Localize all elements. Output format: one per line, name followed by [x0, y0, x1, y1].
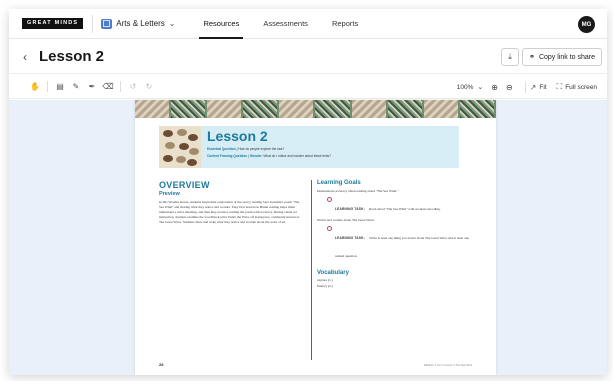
target-icon [327, 197, 332, 202]
tab-assessments[interactable]: Assessments [251, 9, 320, 39]
task-label: LEARNING TASK: [335, 207, 365, 211]
nav-tabs: Resources Assessments Reports [191, 9, 370, 39]
book-icon [101, 18, 113, 29]
banner-tile [279, 100, 316, 118]
shells-image [159, 126, 201, 168]
subject-selector[interactable]: Arts & Letters ⌄ [101, 18, 176, 29]
nav-divider [92, 14, 94, 33]
goals-column: Learning Goals Demonstrate accuracy when… [317, 180, 477, 288]
lesson-header-block: Lesson 2 Essential Question | How do peo… [159, 126, 459, 168]
zoom-level[interactable]: 100% [457, 84, 474, 91]
app-window: GREAT MINDS Arts & Letters ⌄ Resources A… [9, 9, 607, 375]
toolbar-divider [120, 81, 121, 92]
goal-item: Demonstrate accuracy when reading aloud … [317, 189, 399, 193]
page-title: Lesson 2 [39, 48, 105, 65]
link-icon: ⚭ [529, 54, 535, 61]
brand-logo[interactable]: GREAT MINDS [22, 18, 84, 29]
vocab-item: explore (v.) [317, 278, 333, 282]
banner-tile [207, 100, 244, 118]
banner-tile [243, 100, 280, 118]
subject-label: Arts & Letters [116, 19, 165, 28]
chevron-down-icon: ⌄ [168, 19, 176, 28]
annotation-toolbar: ✋ ▤ ✎ ✒ ⌫ ↺ ↻ 100% ⌄ ⊕ ⊖ ↗ Fit ⛶ Full sc… [9, 75, 607, 99]
zoom-controls: 100% ⌄ ⊕ ⊖ ↗ Fit ⛶ Full screen [457, 75, 607, 99]
column-divider [311, 180, 312, 360]
copy-link-button[interactable]: ⚭ Copy link to share [522, 48, 602, 66]
task-text: Read aloud "The Sea Wind" with accurate … [369, 207, 441, 211]
toolbar-divider [47, 81, 48, 92]
full-screen-label: Full screen [565, 83, 597, 91]
tab-resources[interactable]: Resources [191, 9, 251, 39]
eraser-icon[interactable]: ⌫ [100, 82, 116, 91]
goal-item: Notice and wonder about The Great Wave. [317, 218, 375, 222]
document-page: Lesson 2 Essential Question | How do peo… [135, 100, 496, 375]
learning-goals-heading: Learning Goals [317, 180, 361, 186]
expand-diagonal-icon: ↗ [529, 82, 537, 92]
fit-label: Fit [539, 83, 547, 91]
task-label: LEARNING TASK: [335, 236, 365, 240]
learning-task: LEARNING TASK: Read aloud "The Sea Wind"… [317, 197, 477, 215]
learning-task: LEARNING TASK: Write at least one thing … [317, 226, 477, 262]
vocabulary-heading: Vocabulary [317, 270, 349, 276]
overview-heading: OVERVIEW [159, 180, 210, 190]
preview-text: In this Wonder lesson, students begin th… [159, 200, 300, 224]
download-icon: ⤓ [508, 52, 512, 61]
redo-icon[interactable]: ↻ [141, 82, 157, 91]
copy-link-label: Copy link to share [538, 53, 595, 61]
page-header: ‹ Lesson 2 ⤓ ⚭ Copy link to share [9, 40, 607, 74]
framing-question: Content Framing Question | Wonder: What … [207, 154, 331, 158]
fit-button[interactable]: ↗ Fit [530, 83, 547, 92]
fullscreen-icon: ⛶ [556, 82, 563, 91]
top-nav: GREAT MINDS Arts & Letters ⌄ Resources A… [9, 9, 607, 39]
full-screen-button[interactable]: ⛶ Full screen [557, 82, 597, 92]
user-avatar[interactable]: MG [578, 16, 595, 33]
essential-question: Essential Question | How do people explo… [207, 147, 285, 151]
page-number: 28 [159, 362, 164, 367]
shell-banner-image [135, 100, 496, 118]
document-viewer[interactable]: Lesson 2 Essential Question | How do peo… [9, 100, 607, 375]
overview-column: OVERVIEW Preview In this Wonder lesson, … [159, 180, 304, 225]
banner-tile [171, 100, 208, 118]
pen-icon[interactable]: ✒ [84, 82, 100, 91]
chevron-left-icon[interactable]: ‹ [23, 50, 27, 64]
target-icon [327, 226, 332, 231]
undo-icon[interactable]: ↺ [125, 82, 141, 91]
download-button[interactable]: ⤓ [501, 48, 519, 66]
tab-reports[interactable]: Reports [320, 9, 370, 39]
banner-tile [459, 100, 496, 118]
chevron-down-icon[interactable]: ⌄ [477, 83, 483, 91]
banner-tile [423, 100, 460, 118]
banner-tile [315, 100, 352, 118]
banner-tile [351, 100, 388, 118]
zoom-out-icon[interactable]: ⊖ [506, 83, 513, 92]
note-icon[interactable]: ▤ [52, 82, 68, 91]
toolbar-divider [524, 81, 526, 93]
lesson-info-panel: Lesson 2 Essential Question | How do peo… [201, 126, 459, 168]
banner-tile [387, 100, 424, 118]
vocab-item: fluency (n.) [317, 284, 333, 288]
hand-icon[interactable]: ✋ [27, 82, 43, 91]
preview-heading: Preview [159, 191, 180, 197]
lesson-heading: Lesson 2 [207, 128, 268, 144]
page-footer: REVEAL 1 Unit 1 Lesson 2 The Sea Wind [423, 364, 472, 367]
highlighter-icon[interactable]: ✎ [68, 82, 84, 91]
banner-tile [135, 100, 172, 118]
zoom-in-icon[interactable]: ⊕ [491, 83, 498, 92]
